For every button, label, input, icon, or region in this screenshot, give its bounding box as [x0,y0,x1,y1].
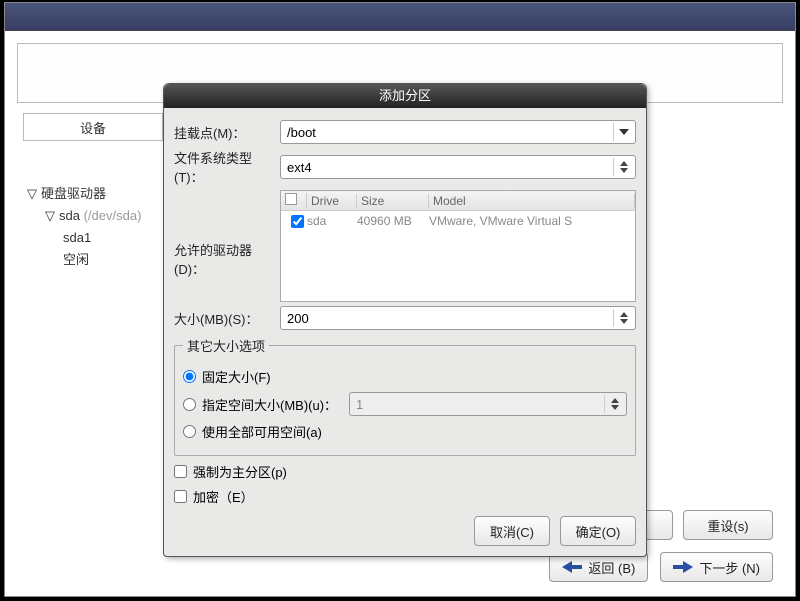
fs-type-label: 文件系统类型(T)： [174,148,280,186]
drive-row-model: VMware, VMware Virtual S [429,214,635,228]
reset-button[interactable]: 重设(s) [683,510,773,540]
mount-point-label: 挂载点(M)： [174,123,280,142]
spinner-steppers-icon[interactable] [613,309,633,327]
col-model: Model [429,194,635,208]
other-size-legend: 其它大小选项 [183,336,269,355]
chevron-down-icon[interactable] [613,123,633,141]
size-label: 大小(MB)(S)： [174,309,280,328]
next-button[interactable]: 下一步 (N) [660,552,773,582]
other-size-options: 其它大小选项 固定大小(F) 指定空间大小(MB)(u)： 1 使用全部可用空间… [174,336,636,456]
add-partition-dialog: 添加分区 挂载点(M)： /boot 文件系统类型(T)： ext4 允许的驱动… [163,83,647,557]
arrow-left-icon [562,561,582,573]
tree-free: 空闲 [63,249,89,271]
tree-toggle-icon[interactable]: ▽ [45,205,59,227]
fill-to-label: 指定空间大小(MB)(u)： [202,395,337,414]
tree-sda1: sda1 [63,227,91,249]
spinner-steppers-icon [604,395,624,413]
tree-sda-path: (/dev/sda) [84,205,142,227]
drive-row-name: sda [307,214,357,228]
encrypt-label: 加密（E） [193,487,254,506]
fill-to-value: 1 [356,397,363,412]
ok-button[interactable]: 确定(O) [560,516,636,546]
tree-root: 硬盘驱动器 [41,183,106,205]
force-primary-checkbox[interactable] [174,465,187,478]
mount-point-combo[interactable]: /boot [280,120,636,144]
tab-device[interactable]: 设备 [23,113,163,141]
header-checkbox-icon[interactable] [285,193,297,205]
tree-toggle-icon[interactable]: ▽ [27,183,41,205]
use-all-label: 使用全部可用空间(a) [202,422,322,441]
mount-point-value: /boot [287,125,316,140]
arrow-right-icon [673,561,693,573]
device-tree[interactable]: ▽ 硬盘驱动器 ▽ sda (/dev/sda) sda1 空闲 [27,183,141,271]
next-button-label: 下一步 (N) [699,558,760,577]
fs-type-combo[interactable]: ext4 [280,155,636,179]
drive-row-size: 40960 MB [357,214,429,228]
ok-button-label: 确定(O) [576,522,621,541]
drive-row[interactable]: sda 40960 MB VMware, VMware Virtual S [281,211,635,231]
use-all-radio[interactable] [183,425,196,438]
col-size: Size [357,194,429,208]
drives-label: 允许的驱动器(D)： [174,190,280,278]
drive-row-checkbox[interactable] [291,215,304,228]
combo-steppers-icon[interactable] [613,158,633,176]
allowed-drives-list[interactable]: Drive Size Model sda 40960 MB VMware, VM… [280,190,636,302]
fill-to-radio[interactable] [183,398,196,411]
col-drive: Drive [307,194,357,208]
reset-button-label: 重设(s) [707,516,748,535]
cancel-button-label: 取消(C) [490,522,534,541]
dialog-title: 添加分区 [164,84,646,108]
fill-to-spinner: 1 [349,392,627,416]
force-primary-label: 强制为主分区(p) [193,462,287,481]
fixed-size-radio[interactable] [183,370,196,383]
tree-sda: sda [59,205,80,227]
size-value: 200 [287,311,309,326]
window-titlebar [5,3,795,31]
back-button-label: 返回 (B) [588,558,635,577]
installer-window: 设备 ▽ 硬盘驱动器 ▽ sda (/dev/sda) sda1 空闲 [4,2,796,597]
drive-header: Drive Size Model [281,191,635,211]
size-spinner[interactable]: 200 [280,306,636,330]
fixed-size-label: 固定大小(F) [202,367,271,386]
tab-device-label: 设备 [80,118,106,137]
cancel-button[interactable]: 取消(C) [474,516,550,546]
fs-type-value: ext4 [287,160,312,175]
encrypt-checkbox[interactable] [174,490,187,503]
